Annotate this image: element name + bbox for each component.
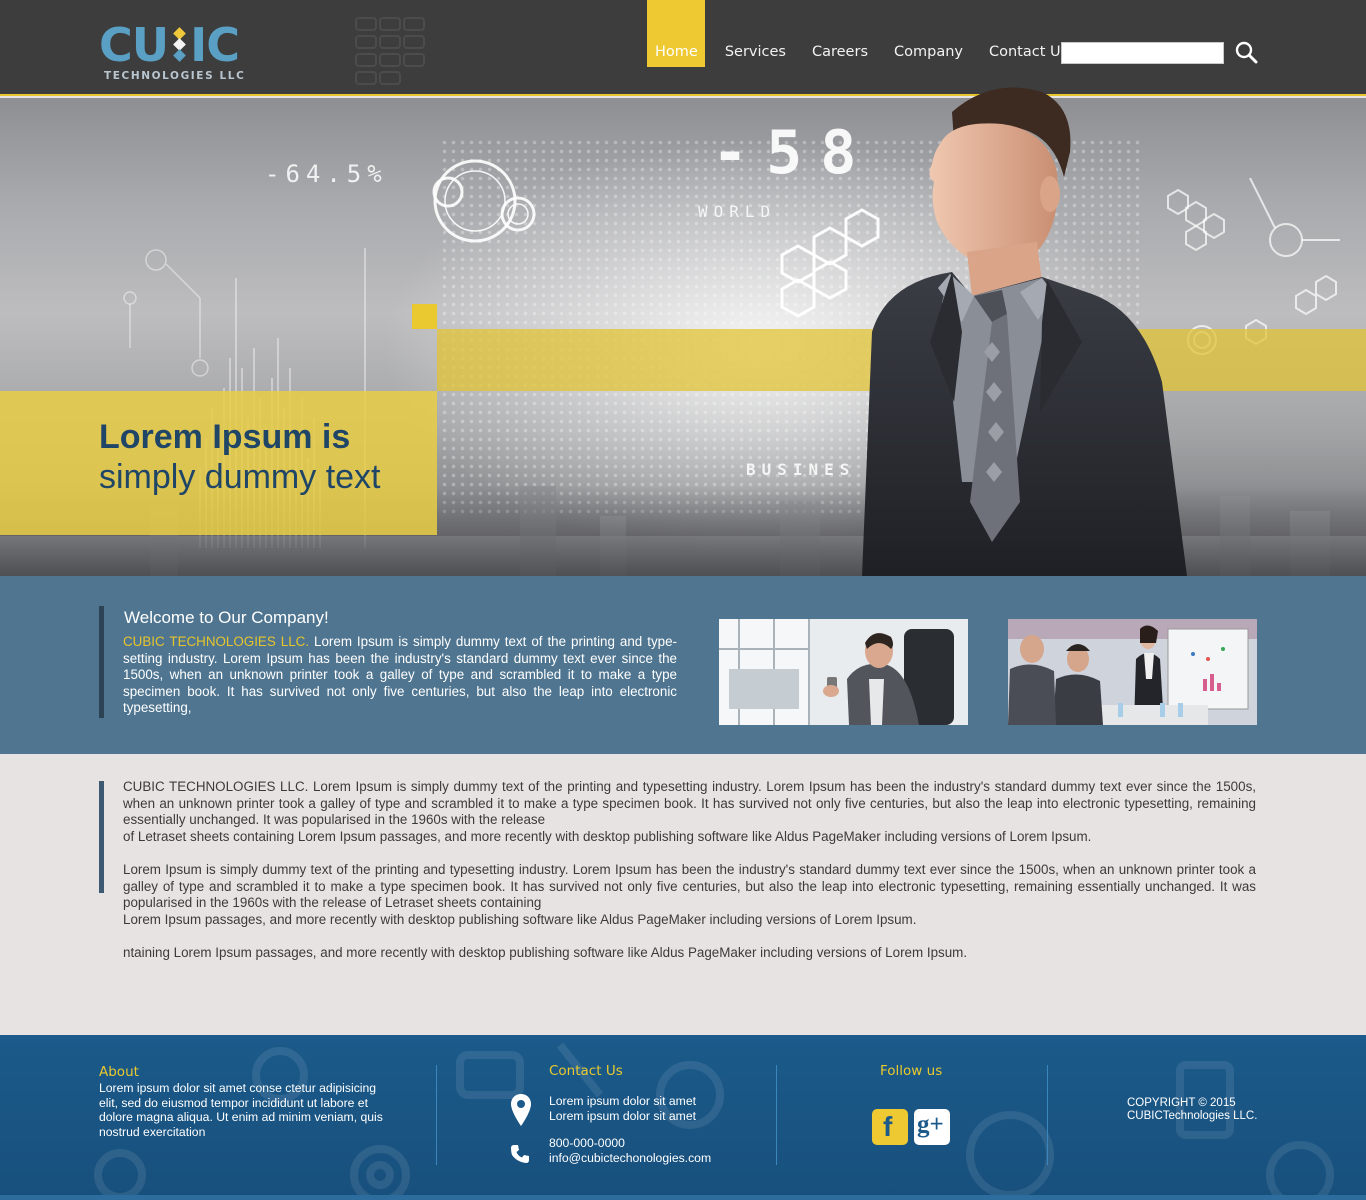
hero-title: Lorem Ipsum is [99,418,351,456]
nav-company[interactable]: Company [894,0,963,67]
logo-text-left: CU [99,18,169,72]
logo[interactable]: CU IC TECHNOLOGIES LLC [99,20,249,84]
footer-divider [776,1065,777,1165]
nav-contact-us[interactable]: Contact Us [989,0,1068,67]
logo-text-right: IC [190,18,240,72]
google-plus-icon[interactable]: g+ [914,1109,950,1145]
building [780,501,820,576]
footer-divider [1047,1065,1048,1165]
logo-wordmark: CU IC [99,18,240,72]
welcome-text: CUBIC TECHNOLOGIES LLC. Lorem Ipsum is s… [123,634,677,717]
footer-address-line-2: Lorem ipsum dolor sit amet [549,1109,696,1123]
nav-home[interactable]: Home [647,0,705,67]
hud-business: BUSINES [746,460,856,479]
nav-careers[interactable]: Careers [812,0,868,67]
footer-follow-title: Follow us [880,1063,943,1079]
footer-address-line-1: Lorem ipsum dolor sit amet [549,1094,696,1108]
ring-graphic [432,159,536,243]
header-decoration [355,17,425,85]
main-nav: Home Services Careers Company Contact Us [647,0,1094,67]
phone-icon [511,1145,529,1163]
building [600,516,626,576]
cube-icon [169,27,189,63]
content-paragraph: Lorem Ipsum passages, and more recently … [123,911,917,927]
content-paragraph: Lorem Ipsum is simply dummy text of the … [123,861,1256,911]
location-pin-icon [511,1094,531,1126]
footer-divider [436,1065,437,1165]
building [1290,511,1330,576]
hud-percent: -64.5% [265,160,388,188]
content-accent-bar [99,781,104,893]
footer-contact-title: Contact Us [549,1063,623,1079]
site-footer: About Lorem ipsum dolor sit amet conse c… [0,1035,1366,1200]
content-paragraph: CUBIC TECHNOLOGIES LLC. Lorem Ipsum is s… [123,779,1256,828]
nav-services[interactable]: Services [725,0,786,67]
welcome-section: Welcome to Our Company! CUBIC TECHNOLOGI… [0,576,1366,754]
footer-about-text: Lorem ipsum dolor sit amet conse ctetur … [99,1081,383,1139]
office-photo-1 [719,619,968,725]
content-paragraph: of Letraset sheets containing Lorem Ipsu… [123,828,1092,844]
content-body: CUBIC TECHNOLOGIES LLC. Lorem Ipsum is s… [123,779,1256,978]
accent-square [412,304,437,329]
welcome-title: Welcome to Our Company! [124,608,329,627]
facebook-label: f [883,1111,893,1142]
welcome-accent-bar [99,606,104,718]
logo-subtitle: TECHNOLOGIES LLC [104,70,246,82]
search-icon[interactable] [1234,40,1258,64]
building [1220,496,1250,576]
circuit-graphic-left [123,249,209,377]
footer-email[interactable]: info@cubictechonologies.com [549,1151,711,1166]
hud-world: WORLD [698,202,777,221]
hero-subtitle: simply dummy text [99,458,381,496]
businessman-image [862,87,1187,576]
copyright-line-2: CUBICTechnologies LLC. [1127,1110,1258,1122]
footer-phone: 800-000-0000 [549,1136,625,1150]
office-photo-2 [1008,619,1257,725]
search-input[interactable] [1061,42,1224,64]
content-paragraph: ntaining Lorem Ipsum passages, and more … [123,944,968,960]
building [520,486,556,576]
footer-about-title: About [99,1064,139,1080]
welcome-company-name: CUBIC TECHNOLOGIES LLC. [123,634,310,649]
facebook-icon[interactable]: f [872,1109,908,1145]
google-plus-label: g+ [917,1111,944,1138]
